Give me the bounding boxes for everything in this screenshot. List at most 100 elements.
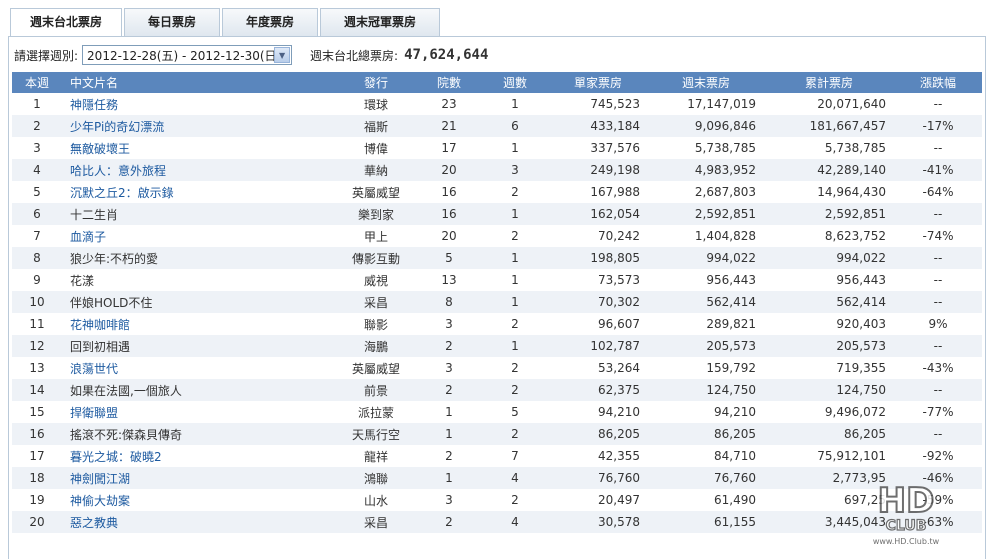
col-header-rank[interactable]: 本週 — [12, 72, 62, 93]
table-row: 18 神劍闖江湖 鴻聯 1 4 76,760 76,760 2,773,95 -46% — [12, 467, 982, 489]
cell-title: 花漾 — [70, 273, 95, 288]
cell-distributor: 樂到家 — [336, 203, 416, 225]
table-row: 1 神隱任務 環球 23 1 745,523 17,147,019 20,071,640 -- — [12, 93, 982, 115]
cell-distributor: 威視 — [363, 273, 388, 288]
cell-weekend-gross: 956,443 — [706, 273, 756, 287]
cell-distributor: 鴻聯 — [336, 467, 416, 489]
cell-cumulative-gross: 20,071,640 — [817, 97, 886, 111]
col-header-theaters[interactable]: 院數 — [416, 72, 482, 93]
cell-weekend-gross: 94,210 — [714, 405, 756, 419]
cell-weekend-gross: 1,404,828 — [694, 229, 756, 243]
movie-title-link[interactable]: 少年Pi的奇幻漂流 — [62, 115, 336, 137]
cell-change: -77% — [922, 405, 954, 419]
tab-yearly[interactable]: 年度票房 — [222, 8, 318, 36]
cell-theaters: 8 — [416, 291, 482, 313]
cell-theaters: 2 — [445, 449, 453, 463]
col-header-distributor[interactable]: 發行 — [336, 72, 416, 93]
movie-title-link[interactable]: 惡之教典 — [62, 511, 336, 533]
cell-distributor: 福斯 — [336, 115, 416, 137]
movie-title-link[interactable]: 沉默之丘2：啟示錄 — [62, 181, 336, 203]
movie-title-link[interactable]: 捍衛聯盟 — [62, 401, 336, 423]
cell-change: -59% — [922, 493, 954, 507]
col-header-change[interactable]: 漲跌幅 — [894, 72, 982, 93]
cell-theaters: 21 — [416, 115, 482, 137]
cell-per-theater: 162,054 — [548, 203, 648, 225]
cell-weekend-gross: 4,983,952 — [648, 159, 764, 181]
cell-cumulative-gross: 956,443 — [836, 273, 886, 287]
table-row: 19 神偷大劫案 山水 3 2 20,497 61,490 697,25 -59% — [12, 489, 982, 511]
cell-change: -- — [894, 335, 982, 357]
cell-cumulative-gross: 562,414 — [764, 291, 894, 313]
movie-title-link[interactable]: 無敵破壞王 — [62, 137, 336, 159]
cell-weekend-gross: 994,022 — [648, 247, 764, 269]
cell-theaters: 2 — [416, 379, 482, 401]
movie-title-link[interactable]: 花神咖啡館 — [62, 313, 336, 335]
tab-weekend-taipei[interactable]: 週末台北票房 — [10, 8, 122, 37]
table-row: 8 狼少年:不朽的愛 傳影互動 5 1 198,805 994,022 994,022 -- — [12, 247, 982, 269]
cell-weekend-gross: 84,710 — [714, 449, 756, 463]
movie-title-link[interactable]: 血滴子 — [62, 225, 336, 247]
cell-theaters: 3 — [445, 317, 453, 331]
movie-title-link[interactable]: 神偷大劫案 — [62, 489, 336, 511]
cell-change: -- — [894, 203, 982, 225]
table-row: 12 回到初相遇 海鵬 2 1 102,787 205,573 205,573 -- — [12, 335, 982, 357]
table-row: 3 無敵破壞王 博偉 17 1 337,576 5,738,785 5,738,785 -- — [12, 137, 982, 159]
col-header-weeks[interactable]: 週數 — [482, 72, 548, 93]
cell-change: -- — [933, 141, 943, 155]
tab-weekend-champion[interactable]: 週末冠軍票房 — [320, 8, 440, 36]
cell-theaters: 1 — [445, 405, 453, 419]
cell-theaters: 17 — [441, 141, 457, 155]
cell-distributor: 采昌 — [336, 511, 416, 533]
cell-weeks: 1 — [511, 273, 519, 287]
cell-theaters: 1 — [416, 423, 482, 445]
cell-cumulative-gross: 205,573 — [764, 335, 894, 357]
cell-weekend-gross: 205,573 — [648, 335, 764, 357]
table-row: 11 花神咖啡館 聯影 3 2 96,607 289,821 920,403 9% — [12, 313, 982, 335]
cell-theaters: 2 — [416, 511, 482, 533]
table-row: 15 捍衛聯盟 派拉蒙 1 5 94,210 94,210 9,496,072 -77% — [12, 401, 982, 423]
cell-change: -- — [933, 273, 943, 287]
cell-distributor: 英屬威望 — [351, 185, 400, 200]
cell-weeks: 4 — [482, 467, 548, 489]
cell-weekend-gross: 61,155 — [648, 511, 764, 533]
col-header-cumulative-gross[interactable]: 累計票房 — [764, 72, 894, 93]
col-header-weekend-gross[interactable]: 週末票房 — [648, 72, 764, 93]
movie-title-link[interactable]: 神劍闖江湖 — [62, 467, 336, 489]
col-header-per-theater[interactable]: 單家票房 — [548, 72, 648, 93]
cell-per-theater: 53,264 — [598, 361, 640, 375]
cell-weeks: 1 — [482, 291, 548, 313]
cell-distributor: 龍祥 — [363, 449, 388, 464]
cell-weeks: 1 — [482, 247, 548, 269]
cell-weeks: 2 — [511, 493, 519, 507]
box-office-table: 本週 中文片名 發行 院數 週數 單家票房 週末票房 累計票房 漲跌幅 1 神隱任… — [12, 72, 982, 533]
cell-theaters: 13 — [441, 273, 457, 287]
cell-theaters: 16 — [441, 185, 457, 199]
cell-change: -92% — [922, 449, 954, 463]
week-select-label: 請選擇週別: — [14, 48, 79, 63]
movie-title-link[interactable]: 神隱任務 — [62, 93, 336, 115]
cell-weekend-gross: 76,760 — [648, 467, 764, 489]
cell-per-theater: 70,302 — [548, 291, 648, 313]
cell-title: 回到初相遇 — [62, 335, 336, 357]
cell-weekend-gross: 289,821 — [706, 317, 756, 331]
tab-bar: 週末台北票房 每日票房 年度票房 週末冠軍票房 — [10, 8, 442, 37]
cell-weeks: 2 — [511, 317, 519, 331]
col-header-title[interactable]: 中文片名 — [62, 72, 336, 93]
cell-weeks: 2 — [511, 361, 519, 375]
tab-daily[interactable]: 每日票房 — [124, 8, 220, 36]
cell-title: 伴娘HOLD不住 — [62, 291, 336, 313]
cell-rank: 15 — [29, 405, 45, 419]
chevron-down-icon[interactable]: ▼ — [274, 47, 291, 63]
cell-weeks: 2 — [511, 229, 519, 243]
cell-rank: 11 — [29, 317, 45, 331]
cell-rank: 19 — [29, 493, 45, 507]
movie-title-link[interactable]: 浪蕩世代 — [62, 357, 336, 379]
cell-title: 如果在法國,一個旅人 — [62, 379, 336, 401]
cell-distributor: 博偉 — [363, 141, 388, 156]
cell-change: -46% — [894, 467, 982, 489]
cell-rank: 1 — [33, 97, 41, 111]
week-select[interactable]: 2012-12-28(五) - 2012-12-30(日) ▼ — [82, 45, 293, 65]
movie-title-link[interactable]: 哈比人：意外旅程 — [62, 159, 336, 181]
movie-title-link[interactable]: 暮光之城：破曉2 — [62, 445, 336, 467]
cell-cumulative-gross: 8,623,752 — [824, 229, 886, 243]
